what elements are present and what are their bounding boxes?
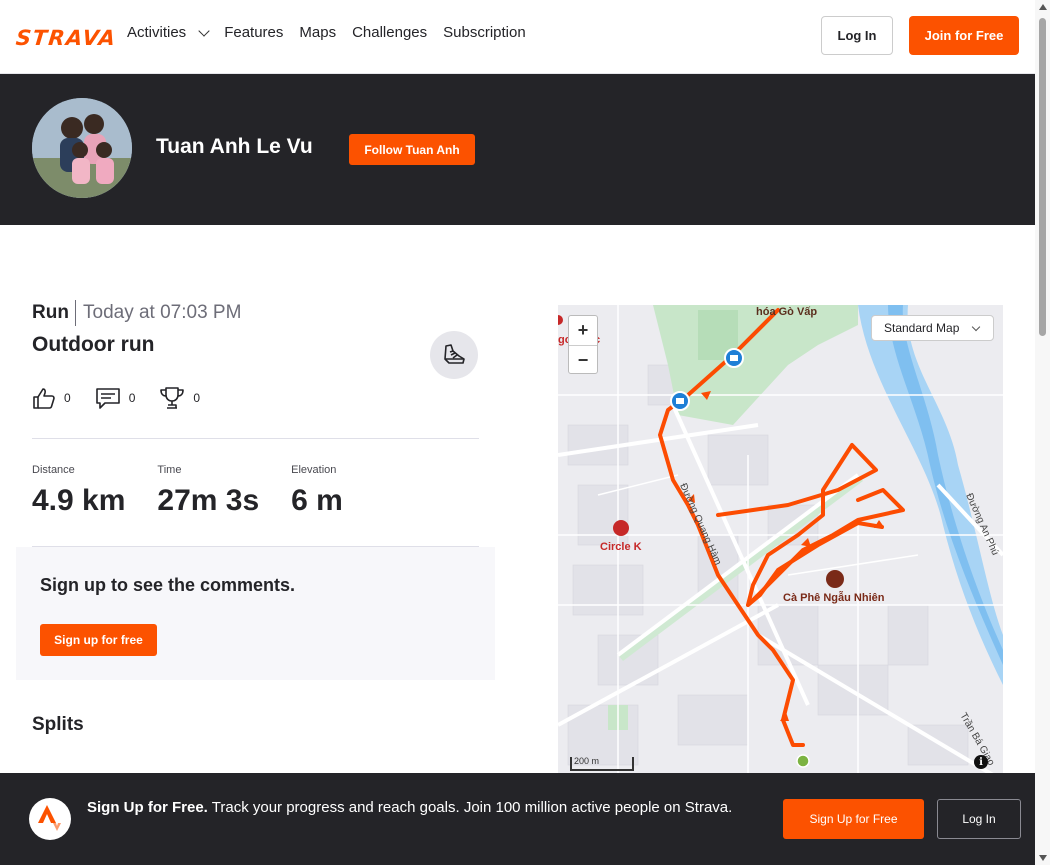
- stat-value: 6 m: [291, 484, 343, 517]
- stat-value: 4.9 km: [32, 484, 126, 517]
- thumbs-up-icon: [33, 388, 55, 409]
- nav-item-label: Maps: [299, 24, 337, 41]
- comment-icon: [95, 388, 120, 409]
- kudos-button[interactable]: 0: [32, 386, 71, 410]
- nav-item-label: Challenges: [352, 24, 428, 41]
- stat-elevation: Elevation 6 m: [291, 464, 343, 518]
- page: STRAVA Activities Features Maps Challeng…: [0, 0, 1050, 865]
- zoom-control: + −: [568, 315, 598, 374]
- scrollbar-thumb[interactable]: [1039, 18, 1046, 336]
- stat-label: Distance: [32, 464, 75, 476]
- zoom-in-button[interactable]: +: [569, 316, 597, 345]
- achievement-count: 0: [193, 391, 201, 405]
- chevron-down-icon: [971, 322, 981, 332]
- athlete-name[interactable]: Tuan Anh Le Vu: [156, 135, 313, 159]
- divider: [75, 300, 76, 326]
- nav-item-maps[interactable]: Maps: [299, 24, 336, 41]
- nav-item-label: Activities: [127, 24, 187, 41]
- comments-title: Sign up to see the comments.: [40, 575, 296, 595]
- footer-body: Track your progress and reach goals. Joi…: [211, 799, 733, 816]
- signup-footer: Sign Up for Free. Track your progress an…: [0, 773, 1035, 865]
- join-button[interactable]: Join for Free: [909, 16, 1019, 55]
- footer-login-button[interactable]: Log In: [937, 799, 1021, 839]
- nav-item-label: Subscription: [443, 24, 526, 41]
- stat-label: Time: [157, 464, 182, 476]
- activity-time: Today at 07:03 PM: [83, 302, 242, 323]
- nav-item-subscription[interactable]: Subscription: [443, 24, 526, 41]
- zoom-out-button[interactable]: −: [569, 345, 597, 374]
- comments-button[interactable]: 0: [95, 386, 136, 410]
- map-canvas: hóa Gò Vấp go c Circle K Cà Phê Ngẫu Nhi…: [558, 305, 1003, 778]
- nav-item-features[interactable]: Features: [224, 24, 283, 41]
- strava-logo-icon: [29, 798, 71, 840]
- scroll-down-icon[interactable]: [1039, 855, 1047, 861]
- stat-label: Elevation: [291, 464, 337, 476]
- footer-message: Sign Up for Free. Track your progress an…: [87, 797, 757, 819]
- login-button[interactable]: Log In: [821, 16, 893, 55]
- nav-item-challenges[interactable]: Challenges: [352, 24, 427, 41]
- comments-signup-box: Sign up to see the comments. Sign up for…: [16, 547, 495, 680]
- stats-row: Distance 4.9 km Time 27m 3s Elevation 6 …: [32, 464, 375, 518]
- map-label: Cà Phê Ngẫu Nhiên: [783, 591, 885, 604]
- map-scale-label: 200 m: [574, 756, 600, 766]
- nav-item-activities[interactable]: Activities: [127, 24, 210, 41]
- splits-heading: Splits: [32, 714, 84, 735]
- map-label: hóa Gò Vấp: [756, 306, 817, 318]
- top-nav: STRAVA Activities Features Maps Challeng…: [0, 0, 1035, 74]
- scroll-up-icon[interactable]: [1039, 4, 1047, 10]
- signup-free-button[interactable]: Sign up for free: [40, 624, 157, 656]
- activity-type: Run: [32, 302, 69, 323]
- nav-links: Activities Features Maps Challenges Subs…: [127, 24, 526, 41]
- activity-title: Outdoor run: [32, 333, 155, 356]
- avatar[interactable]: [32, 98, 132, 198]
- nav-item-label: Features: [224, 24, 284, 41]
- athlete-banner: Tuan Anh Le Vu Follow Tuan Anh: [0, 74, 1035, 225]
- social-stats: 0 0 0: [32, 386, 200, 410]
- chevron-down-icon: [198, 24, 210, 37]
- map-style-select[interactable]: Standard Map: [871, 315, 994, 341]
- info-icon[interactable]: i: [974, 755, 988, 769]
- strava-logo[interactable]: STRAVA: [15, 26, 118, 50]
- stat-time: Time 27m 3s: [157, 464, 259, 518]
- scrollbar[interactable]: [1035, 0, 1050, 865]
- footer-signup-button[interactable]: Sign Up for Free: [783, 799, 924, 839]
- comment-count: 0: [128, 391, 136, 405]
- footer-headline: Sign Up for Free.: [87, 799, 208, 816]
- stat-value: 27m 3s: [157, 484, 260, 517]
- divider: [32, 438, 479, 439]
- map-label: Circle K: [600, 541, 642, 553]
- kudos-count: 0: [64, 391, 71, 405]
- trophy-icon: [160, 387, 185, 409]
- achievements-button[interactable]: 0: [159, 386, 200, 410]
- route-map[interactable]: hóa Gò Vấp go c Circle K Cà Phê Ngẫu Nhi…: [558, 305, 1003, 778]
- follow-button[interactable]: Follow Tuan Anh: [349, 134, 475, 165]
- shoe-icon: [430, 331, 478, 379]
- map-style-label: Standard Map: [884, 321, 960, 335]
- stat-distance: Distance 4.9 km: [32, 464, 125, 518]
